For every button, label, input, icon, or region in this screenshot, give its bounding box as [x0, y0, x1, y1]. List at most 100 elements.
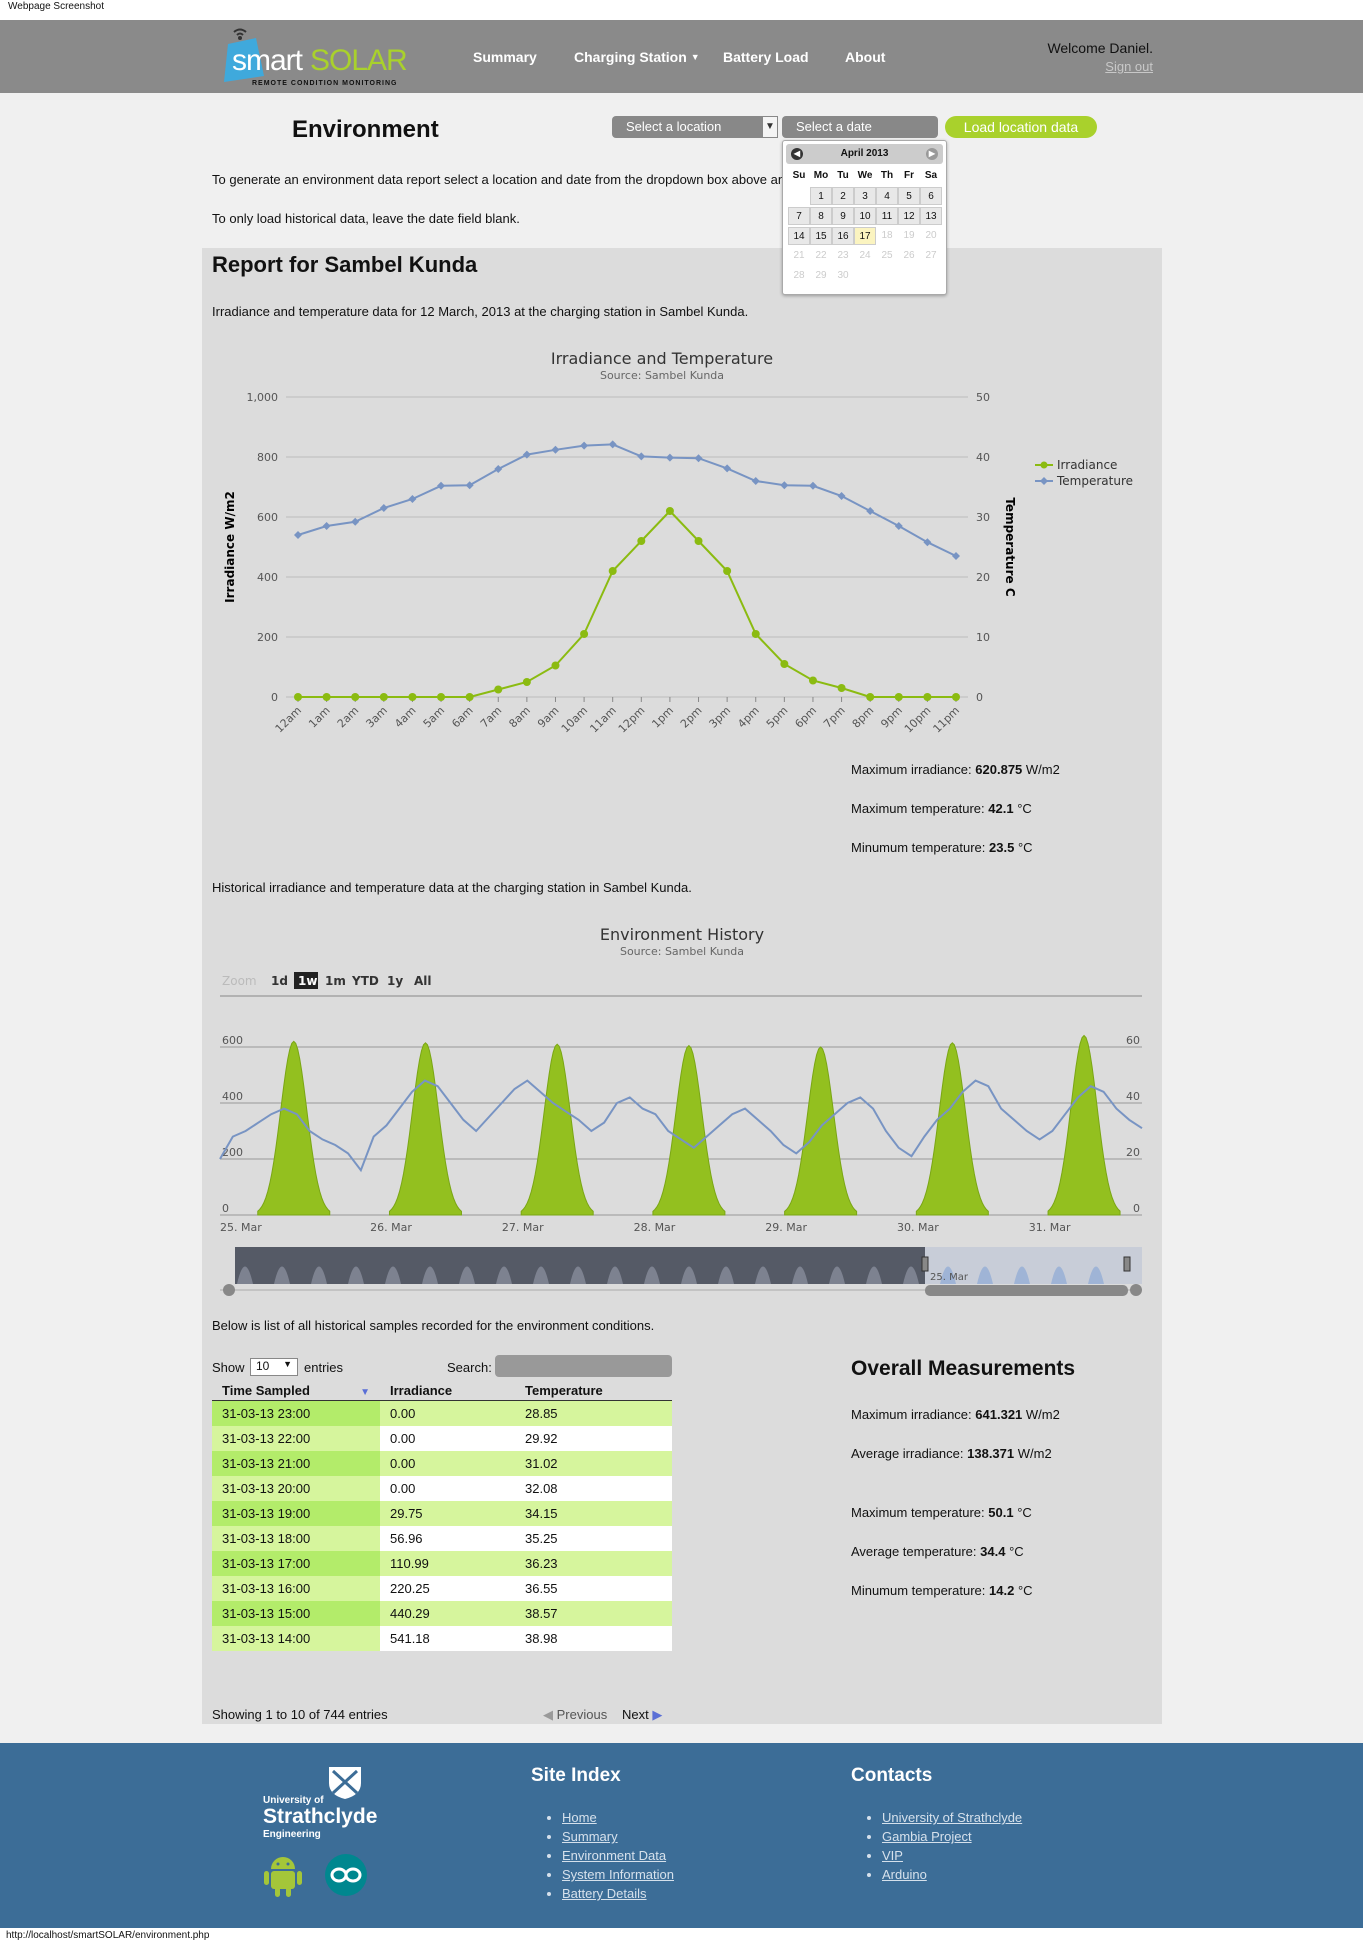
calendar-day[interactable]: 11: [876, 207, 898, 225]
calendar-day[interactable]: 4: [876, 187, 898, 205]
contacts-list: University of Strathclyde Gambia Project V…: [882, 1810, 1022, 1886]
contact-link[interactable]: University of Strathclyde: [882, 1810, 1022, 1825]
date-input[interactable]: Select a date: [782, 116, 938, 138]
chevron-down-icon[interactable]: ▼: [762, 116, 778, 138]
calendar-day[interactable]: 17: [854, 227, 876, 245]
calendar-day[interactable]: 10: [854, 207, 876, 225]
nav-summary-label[interactable]: Summary: [473, 49, 537, 65]
site-index-link[interactable]: Environment Data: [562, 1848, 674, 1863]
smartsolar-logo[interactable]: smart SOLAR REMOTE CONDITION MONITORING: [222, 26, 432, 88]
y-tick-label: 600: [257, 511, 278, 524]
report-subtitle: Irradiance and temperature data for 12 M…: [212, 304, 749, 319]
column-header[interactable]: Irradiance: [380, 1381, 515, 1401]
irradiance-peak: [257, 1040, 331, 1216]
entries-select[interactable]: 10 ▼: [250, 1358, 298, 1376]
status-bar-url: http://localhost/smartSOLAR/environment.…: [0, 1928, 1363, 1945]
overall-min-temperature: Minumum temperature: 14.2 °C: [851, 1583, 1033, 1598]
temperature-point: [637, 452, 646, 461]
range-button-ytd[interactable]: YTD: [351, 974, 379, 988]
irradiance-point: [923, 693, 932, 701]
irradiance-peak: [915, 1042, 989, 1216]
nav-battery-load[interactable]: Battery Load: [723, 20, 809, 93]
site-index-list: Home Summary Environment Data System Inform…: [562, 1810, 674, 1905]
site-index-link[interactable]: Battery Details: [562, 1886, 674, 1901]
range-button-1d[interactable]: 1d: [271, 974, 288, 988]
x-tick-label: 6pm: [792, 704, 819, 731]
scrollbar-thumb[interactable]: [925, 1285, 1128, 1296]
search-input[interactable]: [495, 1355, 672, 1377]
irradiance-point: [694, 537, 703, 545]
table-cell: 31-03-13 21:00: [212, 1450, 380, 1476]
temperature-point: [351, 517, 360, 526]
range-button-1m[interactable]: 1m: [325, 974, 346, 988]
contact-link[interactable]: Arduino: [882, 1867, 1022, 1882]
calendar-day: 19: [898, 227, 920, 245]
temperature-point: [751, 477, 760, 485]
overall-avg-irradiance: Average irradiance: 138.371 W/m2: [851, 1446, 1052, 1461]
signout-link[interactable]: Sign out: [1105, 59, 1153, 74]
table-row: 31-03-13 20:00 0.00 32.08: [212, 1475, 672, 1501]
calendar-day[interactable]: 13: [920, 207, 942, 225]
x-tick-label: 2pm: [678, 704, 705, 731]
column-header[interactable]: Temperature: [515, 1381, 672, 1401]
chevron-down-icon: ▼: [283, 1359, 292, 1369]
load-location-button[interactable]: Load location data: [945, 116, 1097, 138]
site-index-link[interactable]: Home: [562, 1810, 674, 1825]
navigator-handle-right[interactable]: [1123, 1256, 1131, 1272]
previous-button[interactable]: ◀ Previous: [543, 1707, 607, 1723]
scroll-left-icon[interactable]: [223, 1284, 235, 1296]
location-select[interactable]: Select a location ▼: [612, 116, 778, 138]
table-cell: 0.00: [380, 1425, 515, 1451]
irradiance-point: [780, 660, 789, 668]
temperature-point: [408, 495, 417, 503]
calendar-day[interactable]: 12: [898, 207, 920, 225]
y2-axis-label: Temperature C: [1003, 497, 1017, 596]
contact-link[interactable]: VIP: [882, 1848, 1022, 1863]
entries-select-value: 10: [256, 1359, 270, 1373]
calendar-day[interactable]: 3: [854, 187, 876, 205]
y-tick-label: 600: [222, 1034, 243, 1047]
calendar-day[interactable]: 5: [898, 187, 920, 205]
range-button-1w[interactable]: 1w: [298, 974, 317, 988]
nav-summary[interactable]: Summary: [473, 20, 537, 93]
calendar-day[interactable]: 2: [832, 187, 854, 205]
calendar-day[interactable]: 9: [832, 207, 854, 225]
calendar-day[interactable]: 1: [810, 187, 832, 205]
temperature-point: [780, 481, 789, 490]
scroll-right-icon[interactable]: [1130, 1284, 1142, 1296]
calendar-day-header: Tu: [837, 170, 849, 181]
table-info: Showing 1 to 10 of 744 entries: [212, 1707, 388, 1722]
calendar-day[interactable]: 14: [788, 227, 810, 245]
next-button[interactable]: Next ▶: [622, 1707, 662, 1723]
y2-tick-label: 50: [976, 391, 990, 404]
nav-about[interactable]: About: [845, 20, 885, 93]
prev-month-icon[interactable]: ◀: [791, 148, 803, 160]
column-header[interactable]: Time Sampled ▼: [212, 1381, 380, 1401]
calendar-empty-cell: [788, 187, 810, 205]
nav-charging-station[interactable]: Charging Station ▼: [574, 20, 700, 93]
site-header: smart SOLAR REMOTE CONDITION MONITORING …: [0, 20, 1363, 93]
irradiance-point: [866, 693, 875, 701]
nav-about-label[interactable]: About: [845, 49, 885, 65]
zoom-label: Zoom: [222, 974, 257, 988]
calendar-day[interactable]: 16: [832, 227, 854, 245]
date-picker: ◀ April 2013 ▶ Su Mo Tu We Th Fr Sa 1 2 3 4 5 6 7 8 9 10…: [782, 140, 947, 295]
site-index-link[interactable]: Summary: [562, 1829, 674, 1844]
report-title: Report for Sambel Kunda: [212, 252, 478, 277]
contact-link[interactable]: Gambia Project: [882, 1829, 1022, 1844]
calendar-month: April 2013: [840, 148, 889, 159]
site-index-link[interactable]: System Information: [562, 1867, 674, 1882]
range-button-all[interactable]: All: [414, 974, 432, 988]
nav-battery-load-label[interactable]: Battery Load: [723, 49, 809, 65]
next-month-icon[interactable]: ▶: [926, 148, 938, 160]
nav-charging-station-label[interactable]: Charging Station: [574, 49, 687, 65]
range-button-1y[interactable]: 1y: [387, 974, 403, 988]
navigator-handle-left[interactable]: [921, 1256, 929, 1272]
irradiance-point: [551, 661, 560, 670]
calendar-day[interactable]: 8: [810, 207, 832, 225]
calendar-day[interactable]: 7: [788, 207, 810, 225]
android-icon[interactable]: [263, 1853, 303, 1897]
arduino-icon[interactable]: [324, 1853, 368, 1897]
calendar-day[interactable]: 15: [810, 227, 832, 245]
calendar-day[interactable]: 6: [920, 187, 942, 205]
